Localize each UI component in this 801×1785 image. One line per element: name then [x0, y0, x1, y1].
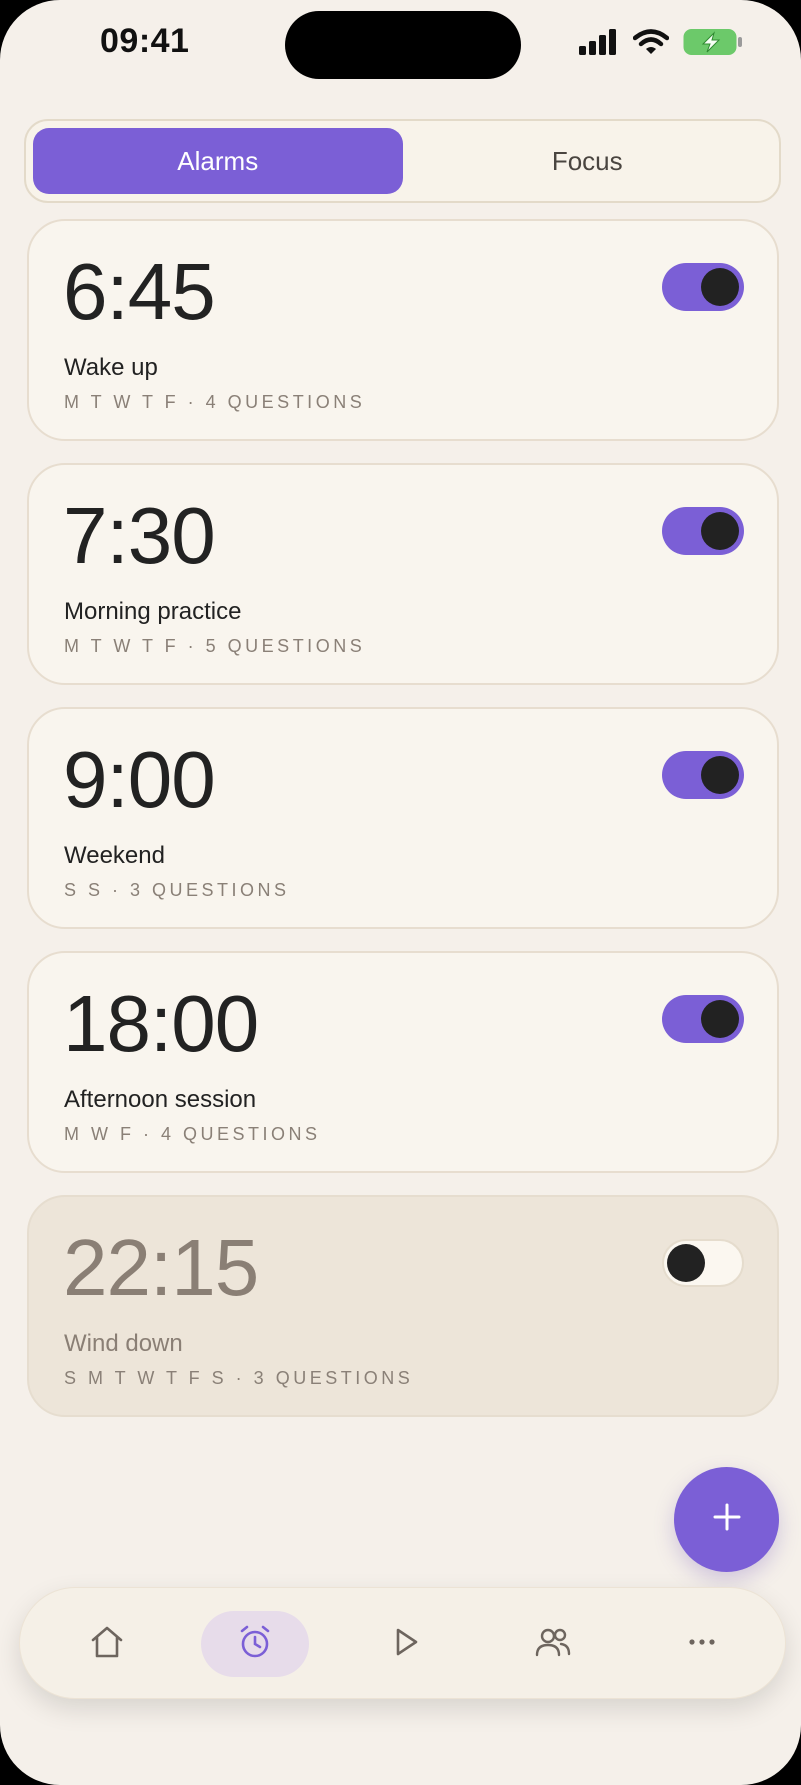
alarm-card[interactable]: 18:00 Afternoon session M W F · 4 QUESTI… — [27, 951, 779, 1173]
bottom-navigation — [19, 1587, 786, 1699]
toggle-knob — [701, 268, 739, 306]
status-time: 09:41 — [100, 22, 190, 60]
home-icon — [89, 1624, 125, 1665]
alarm-clock-icon — [237, 1624, 273, 1665]
status-icons — [579, 28, 743, 61]
alarm-toggle[interactable] — [662, 263, 744, 311]
toggle-knob — [701, 1000, 739, 1038]
alarm-time: 18:00 — [63, 979, 259, 1068]
alarm-schedule: M W F · 4 QUESTIONS — [64, 1124, 321, 1144]
alarm-toggle[interactable] — [662, 751, 744, 799]
alarm-time: 7:30 — [63, 491, 216, 580]
nav-play[interactable] — [351, 1611, 459, 1677]
tab-alarms[interactable]: Alarms — [33, 128, 403, 194]
alarm-label: Morning practice — [64, 598, 242, 625]
toggle-knob — [701, 756, 739, 794]
alarm-label: Weekend — [64, 842, 165, 869]
alarm-card-disabled[interactable]: 22:15 Wind down S M T W T F S · 3 QUESTI… — [27, 1195, 779, 1417]
alarm-time: 6:45 — [63, 247, 216, 336]
alarm-card[interactable]: 9:00 Weekend S S · 3 QUESTIONS — [27, 707, 779, 929]
alarm-list: 6:45 Wake up M T W T F · 4 QUESTIONS 7:3… — [27, 219, 779, 1439]
alarm-schedule: S S · 3 QUESTIONS — [64, 880, 290, 900]
alarms-focus-segmented-control: Alarms Focus — [24, 119, 781, 203]
alarm-toggle[interactable] — [662, 507, 744, 555]
alarm-label: Wake up — [64, 354, 158, 381]
dynamic-island — [285, 11, 521, 79]
alarm-schedule: M T W T F · 5 QUESTIONS — [64, 636, 366, 656]
alarm-time: 9:00 — [63, 735, 216, 824]
alarm-time: 22:15 — [63, 1223, 259, 1312]
signal-icon — [579, 29, 619, 60]
nav-people[interactable] — [499, 1611, 607, 1677]
alarms-screen: 09:41 Alarms Focus 6:45 Wake up M T W T … — [0, 0, 801, 1785]
alarm-toggle[interactable] — [662, 995, 744, 1043]
nav-more[interactable] — [648, 1611, 756, 1677]
wifi-icon — [632, 29, 670, 60]
alarm-label: Wind down — [64, 1330, 183, 1357]
play-icon — [387, 1624, 423, 1665]
toggle-knob — [701, 512, 739, 550]
tab-focus[interactable]: Focus — [403, 128, 773, 194]
toggle-knob — [667, 1244, 705, 1282]
alarm-schedule: S M T W T F S · 3 QUESTIONS — [64, 1368, 414, 1388]
battery-charging-icon — [683, 28, 743, 61]
nav-alarms[interactable] — [201, 1611, 309, 1677]
plus-icon — [712, 1502, 742, 1537]
nav-home[interactable] — [53, 1611, 161, 1677]
people-icon — [535, 1624, 571, 1665]
more-icon — [684, 1624, 720, 1665]
alarm-card[interactable]: 6:45 Wake up M T W T F · 4 QUESTIONS — [27, 219, 779, 441]
add-alarm-button[interactable] — [674, 1467, 779, 1572]
alarm-label: Afternoon session — [64, 1086, 257, 1113]
alarm-card[interactable]: 7:30 Morning practice M T W T F · 5 QUES… — [27, 463, 779, 685]
alarm-toggle[interactable] — [662, 1239, 744, 1287]
alarm-schedule: M T W T F · 4 QUESTIONS — [64, 392, 366, 412]
